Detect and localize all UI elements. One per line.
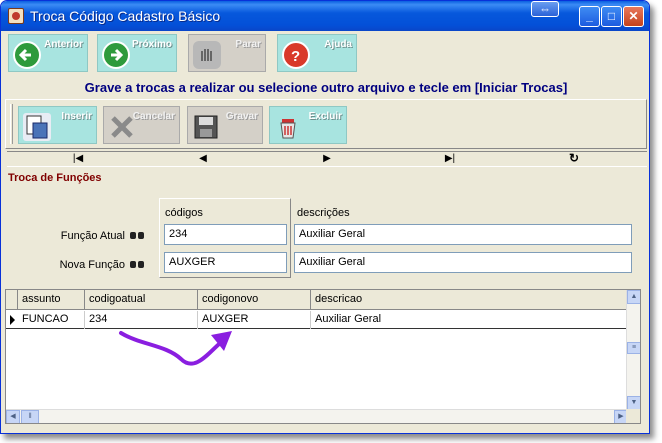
ajuda-label: Ajuda bbox=[324, 39, 352, 50]
annotation-arrow-icon bbox=[119, 331, 232, 366]
scroll-up-icon[interactable]: ▲ bbox=[627, 290, 640, 304]
current-code-field[interactable]: 234 bbox=[164, 224, 287, 245]
help-icon: ? bbox=[282, 41, 310, 69]
new-code-field[interactable]: AUXGER bbox=[164, 252, 287, 273]
proximo-label: Próximo bbox=[131, 39, 172, 50]
horizontal-scrollbar[interactable]: ◀ ⦀ ▶ bbox=[6, 409, 628, 423]
excluir-button[interactable]: Excluir bbox=[269, 106, 347, 144]
refresh-icon[interactable]: ↻ bbox=[567, 151, 581, 165]
arrow-right-icon bbox=[102, 41, 130, 69]
app-icon[interactable] bbox=[8, 8, 24, 24]
gravar-button[interactable]: Gravar bbox=[187, 106, 263, 144]
title-bar[interactable]: Troca Código Cadastro Básico ⇔ _ □ ✕ bbox=[1, 1, 649, 31]
edit-toolbar: Inserir Cancelar Gravar Excluir bbox=[5, 99, 647, 149]
current-description-field[interactable]: Auxiliar Geral bbox=[294, 224, 632, 245]
ajuda-button[interactable]: ? Ajuda bbox=[277, 34, 357, 72]
last-record-icon[interactable]: ▶| bbox=[443, 153, 457, 164]
scroll-left-icon[interactable]: ◀ bbox=[6, 410, 20, 423]
arrow-left-icon bbox=[13, 41, 41, 69]
current-function-label: Função Atual bbox=[60, 230, 125, 242]
prior-record-icon[interactable]: ◀ bbox=[196, 153, 210, 164]
new-function-label: Nova Função bbox=[59, 259, 125, 271]
close-button[interactable]: ✕ bbox=[623, 6, 644, 27]
table-cell[interactable]: Auxiliar Geral bbox=[311, 311, 628, 329]
swap-icon[interactable]: ⇔ bbox=[531, 1, 559, 17]
cancelar-label: Cancelar bbox=[132, 111, 175, 122]
window-title: Troca Código Cadastro Básico bbox=[30, 8, 221, 24]
descriptions-header: descrições bbox=[297, 207, 350, 219]
scroll-corner bbox=[626, 409, 640, 423]
first-record-icon[interactable]: |◀ bbox=[71, 153, 85, 164]
scroll-down-icon[interactable]: ▼ bbox=[627, 396, 640, 410]
cancelar-button[interactable]: Cancelar bbox=[103, 106, 180, 144]
scroll-thumb[interactable]: ⦀ bbox=[21, 410, 39, 423]
anterior-button[interactable]: Anterior bbox=[8, 34, 88, 72]
column-header[interactable]: codigonovo bbox=[198, 290, 311, 310]
excluir-label: Excluir bbox=[308, 111, 342, 122]
anterior-label: Anterior bbox=[44, 39, 83, 50]
proximo-button[interactable]: Próximo bbox=[97, 34, 177, 72]
gravar-label: Gravar bbox=[225, 111, 258, 122]
instruction-message: Grave a trocas a realizar ou selecione o… bbox=[84, 80, 568, 95]
insert-document-icon bbox=[23, 113, 51, 141]
grid-header: assunto codigoatual codigonovo descricao bbox=[6, 290, 628, 310]
stop-hand-icon bbox=[193, 41, 221, 69]
toolbar-grip[interactable] bbox=[10, 104, 13, 144]
table-cell[interactable]: FUNCAO bbox=[18, 311, 85, 329]
column-header[interactable]: assunto bbox=[18, 290, 85, 310]
main-window: Troca Código Cadastro Básico ⇔ _ □ ✕ Ant… bbox=[0, 0, 650, 434]
binoculars-icon[interactable] bbox=[130, 259, 144, 269]
codes-header: códigos bbox=[165, 207, 203, 219]
record-navigator: |◀ ◀ ▶ ▶| ↻ bbox=[7, 151, 647, 167]
vertical-scrollbar[interactable]: ▲ ≡ ▼ bbox=[626, 290, 640, 410]
minimize-button[interactable]: _ bbox=[579, 6, 600, 27]
maximize-button[interactable]: □ bbox=[601, 6, 622, 27]
new-description-field[interactable]: Auxiliar Geral bbox=[294, 252, 632, 273]
changes-grid: assunto codigoatual codigonovo descricao… bbox=[5, 289, 641, 424]
header-indicator bbox=[6, 290, 18, 310]
next-record-icon[interactable]: ▶ bbox=[320, 153, 334, 164]
section-title: Troca de Funções bbox=[8, 172, 102, 184]
column-header[interactable]: codigoatual bbox=[85, 290, 198, 310]
parar-button[interactable]: Parar bbox=[188, 34, 266, 72]
trash-icon bbox=[274, 113, 302, 141]
inserir-label: Inserir bbox=[61, 111, 92, 122]
inserir-button[interactable]: Inserir bbox=[18, 106, 97, 144]
table-row[interactable]: FUNCAO 234 AUXGER Auxiliar Geral bbox=[6, 311, 628, 329]
floppy-disk-icon bbox=[192, 113, 220, 141]
svg-text:?: ? bbox=[291, 48, 300, 65]
column-header[interactable]: descricao bbox=[311, 290, 628, 310]
scroll-thumb[interactable]: ≡ bbox=[627, 342, 640, 354]
binoculars-icon[interactable] bbox=[130, 230, 144, 240]
parar-label: Parar bbox=[235, 39, 261, 50]
current-row-indicator-icon bbox=[10, 315, 15, 325]
